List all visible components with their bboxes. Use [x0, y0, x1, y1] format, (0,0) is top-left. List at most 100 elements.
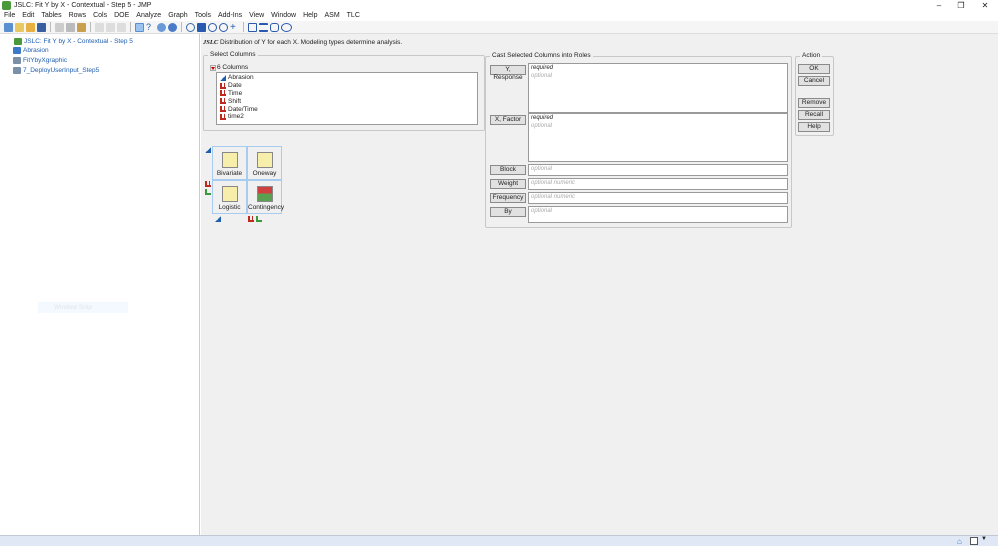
column-item[interactable]: time2: [217, 113, 477, 121]
menu-asm[interactable]: ASM: [320, 11, 342, 21]
tree-item-abrasion[interactable]: Abrasion: [13, 47, 49, 54]
column-item[interactable]: Time: [217, 90, 477, 98]
column-item[interactable]: Date/Time: [217, 105, 477, 113]
tree-label: Abrasion: [23, 47, 49, 54]
y-response-box[interactable]: required optional: [528, 63, 788, 113]
continuous-y-icon: [205, 147, 211, 153]
frequency-button[interactable]: Frequency: [490, 193, 526, 203]
line-tool-icon[interactable]: [259, 22, 268, 32]
menu-analyze[interactable]: Analyze: [132, 11, 164, 21]
rows-icon[interactable]: [117, 22, 126, 32]
title-bar: JSLC: Fit Y by X - Contextual - Step 5 -…: [0, 0, 998, 11]
status-bar: ⌂ ▼: [0, 535, 998, 546]
restore-button[interactable]: ❐: [950, 0, 972, 11]
crosshair-plus-icon[interactable]: +: [230, 22, 239, 32]
script-icon: [14, 38, 22, 45]
new-table-icon[interactable]: [4, 22, 13, 32]
columns-header[interactable]: 6 Columns: [210, 64, 248, 71]
remove-button[interactable]: Remove: [798, 98, 830, 108]
copy-icon[interactable]: [66, 22, 75, 32]
optional-hint: optional numeric: [531, 180, 576, 186]
cast-roles-label: Cast Selected Columns into Roles: [490, 52, 593, 59]
by-button[interactable]: By: [490, 207, 526, 217]
menu-graph[interactable]: Graph: [164, 11, 190, 21]
frequency-box[interactable]: optional numeric: [528, 192, 788, 204]
tree-item-deployuserinput[interactable]: 7_DeployUserInput_Step5: [13, 67, 99, 74]
open-icon[interactable]: [26, 22, 35, 32]
tree-label: 7_DeployUserInput_Step5: [23, 67, 100, 74]
block-box[interactable]: optional: [528, 164, 788, 176]
home-icon[interactable]: ⌂: [957, 537, 962, 546]
by-box[interactable]: optional: [528, 206, 788, 223]
crosshair-tool-icon[interactable]: [157, 22, 166, 32]
polygon-tool-icon[interactable]: [270, 22, 279, 32]
continuous-x-icon: [215, 216, 221, 222]
annotate-icon[interactable]: [248, 22, 257, 32]
column-item[interactable]: Abrasion: [217, 74, 477, 82]
cut-icon[interactable]: [55, 22, 64, 32]
tree-label: FitYbyXgraphic: [23, 57, 68, 64]
help-tool-icon[interactable]: ?: [146, 22, 155, 32]
magnifier-tool-icon[interactable]: [208, 22, 217, 32]
window-list-icon[interactable]: [970, 537, 978, 545]
ok-button[interactable]: OK: [798, 64, 830, 74]
menu-tlc[interactable]: TLC: [343, 11, 363, 21]
column-name: Date: [228, 82, 242, 90]
column-name: Time: [228, 89, 243, 97]
minimize-button[interactable]: –: [928, 0, 950, 11]
x-factor-box[interactable]: required optional: [528, 113, 788, 162]
tree-item-jslc[interactable]: JSLC: Fit Y by X - Contextual - Step 5: [14, 38, 133, 45]
column-item[interactable]: Shift: [217, 97, 477, 105]
nominal-icon: [220, 98, 226, 105]
menu-rows[interactable]: Rows: [65, 11, 90, 21]
chevron-down-icon[interactable]: ▼: [981, 536, 987, 542]
grabber-tool-icon[interactable]: [168, 22, 177, 32]
zoom-tool-icon[interactable]: [219, 22, 228, 32]
columns-icon[interactable]: [106, 22, 115, 32]
window-title: JSLC: Fit Y by X - Contextual - Step 5 -…: [14, 2, 152, 9]
weight-button[interactable]: Weight: [490, 179, 526, 189]
paste-icon[interactable]: [77, 22, 86, 32]
save-icon[interactable]: [37, 22, 46, 32]
contingency-platform[interactable]: Contingency: [247, 180, 284, 214]
bivariate-platform[interactable]: Bivariate: [212, 146, 247, 180]
help-button[interactable]: Help: [798, 122, 830, 132]
close-button[interactable]: ✕: [974, 0, 996, 11]
optional-hint: optional: [531, 208, 553, 214]
toolbar: ? +: [0, 21, 998, 34]
column-item[interactable]: Date: [217, 82, 477, 90]
y-response-button[interactable]: Y, Response: [490, 65, 526, 81]
new-script-icon[interactable]: [15, 22, 24, 32]
menu-cols[interactable]: Cols: [89, 11, 110, 21]
jslc-badge: JSLC: [203, 39, 219, 46]
arrow-tool-icon[interactable]: [135, 22, 144, 32]
menu-add-ins[interactable]: Add-Ins: [214, 11, 245, 21]
ordinal-x-icon: [256, 216, 262, 222]
block-button[interactable]: Block: [490, 165, 526, 175]
x-factor-button[interactable]: X, Factor: [490, 115, 526, 125]
menu-bar: File Edit Tables Rows Cols DOE Analyze G…: [0, 11, 998, 21]
disclosure-triangle-icon[interactable]: [210, 64, 216, 71]
tree-item-fitybyxgraphic[interactable]: FitYbyXgraphic: [13, 57, 67, 64]
weight-box[interactable]: optional numeric: [528, 178, 788, 190]
brush-tool-icon[interactable]: [197, 22, 206, 32]
columns-listbox[interactable]: Abrasion Date Time Shift Date/Time time2: [216, 72, 478, 125]
ellipse-tool-icon[interactable]: [281, 22, 292, 32]
dialog-description: Distribution of Y for each X. Modeling t…: [219, 39, 403, 46]
menu-tools[interactable]: Tools: [191, 11, 214, 21]
menu-file[interactable]: File: [0, 11, 18, 21]
menu-tables[interactable]: Tables: [37, 11, 64, 21]
menu-doe[interactable]: DOE: [110, 11, 132, 21]
recall-button[interactable]: Recall: [798, 110, 830, 120]
oneway-platform[interactable]: Oneway: [247, 146, 282, 180]
menu-window[interactable]: Window: [267, 11, 299, 21]
lasso-tool-icon[interactable]: [186, 22, 195, 32]
menu-view[interactable]: View: [245, 11, 267, 21]
cancel-button[interactable]: Cancel: [798, 76, 830, 86]
data-table-icon: [13, 47, 21, 54]
logistic-platform[interactable]: Logistic: [212, 180, 247, 214]
table-icon[interactable]: [95, 22, 104, 32]
menu-help[interactable]: Help: [299, 11, 320, 21]
menu-edit[interactable]: Edit: [18, 11, 37, 21]
column-name: Date/Time: [228, 105, 258, 113]
